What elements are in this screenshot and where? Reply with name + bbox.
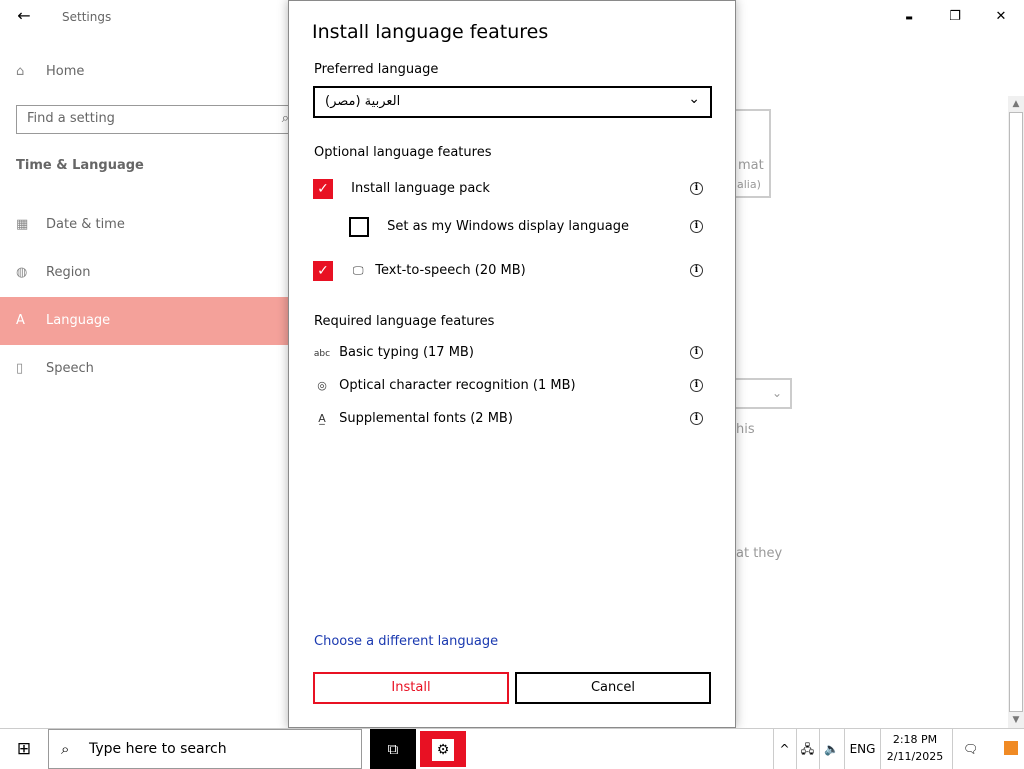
sidebar-item-region[interactable]: ◍ Region (0, 249, 288, 297)
notification-button[interactable]: 🗨 (952, 729, 988, 769)
required-features-label: Required language features (314, 314, 495, 329)
info-icon[interactable]: i (690, 412, 703, 425)
chevron-down-icon: ⌄ (771, 386, 782, 400)
search-icon: ⌕ (61, 740, 70, 758)
home-icon: ⌂ (16, 64, 25, 79)
language-icon: A (16, 313, 25, 328)
window-title: Settings (62, 10, 112, 24)
chevron-up-icon: ^ (779, 742, 790, 756)
ocr-label: Optical character recognition (1 MB) (339, 378, 576, 393)
feature-display-language: Set as my Windows display language i (349, 216, 703, 238)
microphone-icon: ▯ (16, 361, 24, 376)
sidebar-item-label: Speech (46, 361, 94, 376)
info-icon[interactable]: i (690, 182, 703, 195)
section-title: Time & Language (16, 158, 144, 173)
chevron-down-icon: ⌄ (688, 91, 700, 107)
choose-different-language-link[interactable]: Choose a different language (314, 634, 498, 649)
task-view-button[interactable]: ⧉ (370, 729, 416, 769)
preferred-language-label: Preferred language (314, 62, 439, 77)
back-arrow-icon: ← (17, 6, 31, 25)
back-button[interactable]: ← (8, 6, 40, 28)
globe-icon: ◍ (16, 265, 28, 280)
sidebar-item-label: Date & time (46, 217, 125, 232)
minimize-button[interactable]: ▬ (886, 6, 932, 28)
nav-home-label: Home (46, 64, 85, 79)
ocr-icon: ◎ (317, 379, 327, 392)
clock: 2:18 PM 2/11/2025 (880, 731, 950, 765)
scrollbar-thumb[interactable] (1009, 112, 1023, 712)
notification-icon: 🗨 (962, 742, 979, 756)
windows-logo-icon: ⊞ (16, 739, 32, 759)
restore-button[interactable]: ❐ (932, 6, 978, 28)
background-text: at they (736, 546, 783, 561)
task-view-icon: ⧉ (387, 740, 399, 758)
gear-icon: ⚙ (432, 739, 454, 761)
background-text: mat (738, 158, 764, 173)
sidebar-item-label: Language (46, 313, 111, 328)
network-button[interactable]: 🖧 (796, 729, 818, 769)
taskbar-search-text: Type here to search (89, 741, 227, 757)
nav-home[interactable]: ⌂ Home (16, 64, 286, 84)
background-dropdown[interactable]: ⌄ (734, 378, 792, 409)
feature-text-to-speech: ✓ 🖵 Text-to-speech (20 MB) i (313, 260, 703, 282)
info-icon[interactable]: i (690, 379, 703, 392)
minimize-icon: ▬ (905, 13, 913, 22)
preferred-language-value: العربية (مصر) (325, 94, 401, 109)
display-language-checkbox[interactable] (349, 216, 369, 237)
optional-features-label: Optional language features (314, 145, 492, 160)
install-button[interactable]: Install (313, 672, 509, 704)
scroll-up-icon[interactable]: ▲ (1008, 96, 1024, 112)
sidebar-item-language[interactable]: A Language (0, 297, 288, 345)
input-language-button[interactable]: ENG (844, 729, 880, 769)
display-language-label: Set as my Windows display language (387, 219, 629, 234)
feature-language-pack: ✓ Install language pack i (313, 178, 703, 200)
sidebar-item-date-time[interactable]: ▦ Date & time (0, 201, 288, 249)
close-button[interactable]: ✕ (978, 6, 1024, 28)
volume-icon: 🔈 (824, 742, 839, 756)
taskbar-settings-app[interactable]: ⚙ (420, 731, 466, 767)
background-text: alia) (737, 178, 761, 191)
sidebar-item-label: Region (46, 265, 91, 280)
scroll-down-icon[interactable]: ▼ (1008, 712, 1024, 728)
speech-display-icon: 🖵 (352, 264, 364, 277)
sidebar-item-speech[interactable]: ▯ Speech (0, 345, 288, 393)
info-icon[interactable]: i (690, 346, 703, 359)
close-icon: ✕ (995, 9, 1007, 24)
feature-ocr: ◎ Optical character recognition (1 MB) i (313, 375, 703, 397)
calendar-clock-icon: ▦ (16, 217, 29, 232)
feature-basic-typing: abc Basic typing (17 MB) i (313, 342, 703, 364)
fonts-icon: A̲ (318, 412, 326, 425)
supplemental-fonts-label: Supplemental fonts (2 MB) (339, 411, 513, 426)
taskbar-search-box[interactable]: ⌕ Type here to search (48, 729, 362, 769)
install-language-dialog: Install language features Preferred lang… (288, 0, 736, 728)
show-hidden-icons-button[interactable]: ^ (773, 729, 795, 769)
basic-typing-icon: abc (313, 349, 331, 359)
feature-supplemental-fonts: A̲ Supplemental fonts (2 MB) i (313, 408, 703, 430)
dialog-title: Install language features (312, 21, 549, 43)
clock-date: 2/11/2025 (886, 750, 944, 763)
cancel-button[interactable]: Cancel (515, 672, 711, 704)
taskbar: ⊞ ⌕ Type here to search ⧉ ⚙ ^ 🖧 🔈 ENG 2:… (0, 728, 1024, 769)
find-setting-placeholder: Find a setting (27, 111, 115, 126)
find-setting-input[interactable]: Find a setting ⌕ (16, 105, 296, 134)
basic-typing-label: Basic typing (17 MB) (339, 345, 474, 360)
language-pack-label: Install language pack (351, 181, 490, 196)
preferred-language-select[interactable]: العربية (مصر) ⌄ (313, 86, 712, 118)
show-desktop-button[interactable] (1004, 741, 1018, 755)
start-button[interactable]: ⊞ (0, 729, 48, 769)
restore-icon: ❐ (949, 9, 961, 24)
text-to-speech-checkbox[interactable]: ✓ (313, 260, 333, 281)
input-language-label: ENG (849, 742, 876, 756)
background-text: his (736, 422, 755, 437)
network-icon: 🖧 (800, 742, 815, 756)
language-pack-checkbox[interactable]: ✓ (313, 178, 333, 199)
text-to-speech-label: Text-to-speech (20 MB) (375, 263, 526, 278)
clock-time: 2:18 PM (892, 733, 938, 746)
volume-button[interactable]: 🔈 (819, 729, 843, 769)
info-icon[interactable]: i (690, 220, 703, 233)
info-icon[interactable]: i (690, 264, 703, 277)
